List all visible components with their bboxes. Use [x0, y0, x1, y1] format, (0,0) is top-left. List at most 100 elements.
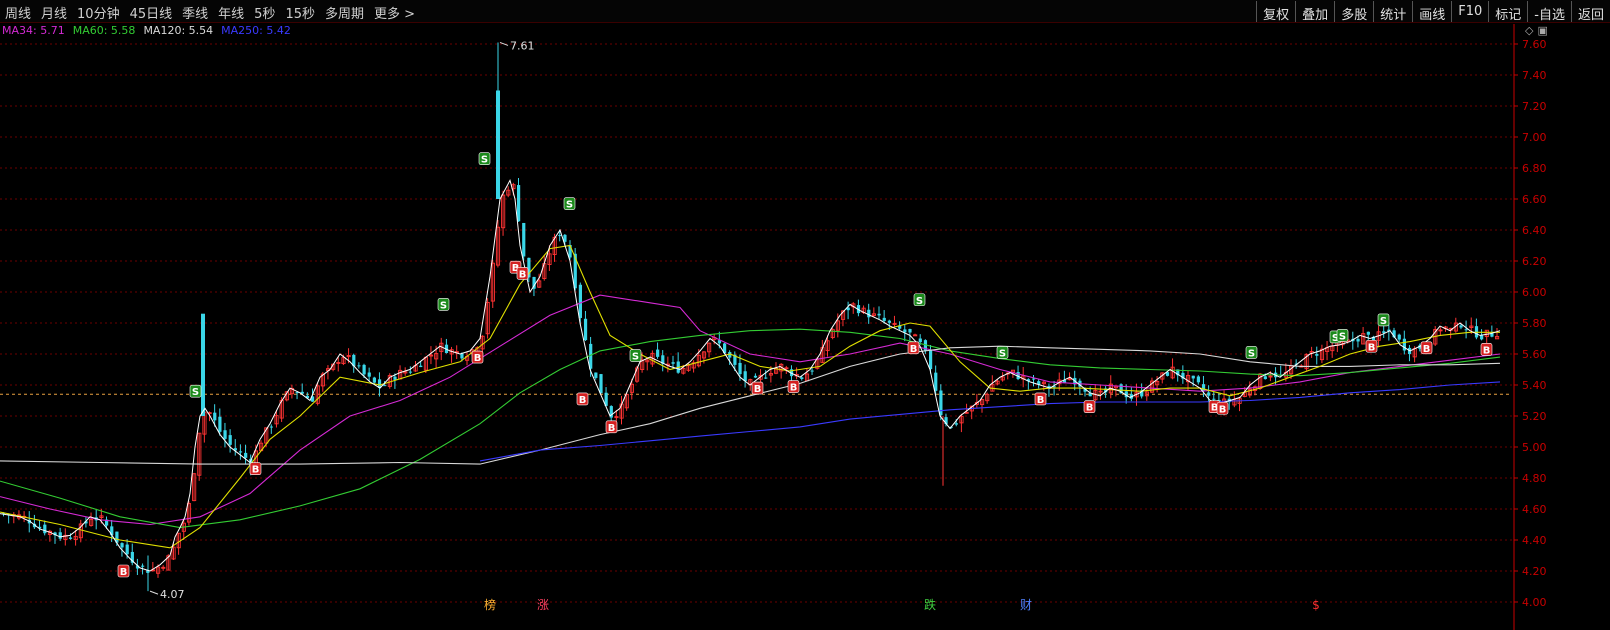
- buy-signal[interactable]: B: [787, 380, 800, 394]
- svg-text:B: B: [1368, 342, 1376, 353]
- buy-signal[interactable]: B: [1216, 401, 1229, 415]
- candle-body: [743, 371, 747, 382]
- buy-signal[interactable]: B: [1420, 341, 1433, 355]
- svg-text:B: B: [608, 423, 616, 434]
- event-marker[interactable]: $: [1312, 598, 1320, 612]
- action-button-0[interactable]: 复权: [1256, 1, 1295, 23]
- candle-body: [578, 284, 582, 318]
- candle-body: [125, 544, 129, 555]
- buy-signal[interactable]: B: [117, 564, 130, 578]
- candle-body: [764, 377, 768, 379]
- ma-legend-item: MA34: 5.71: [2, 24, 65, 37]
- period-tab-2[interactable]: 10分钟: [72, 0, 125, 22]
- candle-body: [1397, 334, 1401, 340]
- sell-signal[interactable]: S: [478, 152, 491, 166]
- candle-body: [141, 565, 145, 567]
- event-marker[interactable]: 榜: [484, 597, 496, 612]
- candle-body: [1315, 353, 1319, 356]
- axis-tick-label: 6.60: [1522, 193, 1547, 206]
- square-icon[interactable]: ▣: [1537, 24, 1547, 37]
- period-tab-5[interactable]: 年线: [213, 0, 249, 22]
- buy-signal[interactable]: B: [605, 420, 618, 434]
- period-tab-1[interactable]: 月线: [36, 0, 72, 22]
- svg-text:B: B: [1219, 404, 1227, 415]
- event-marker[interactable]: 跌: [924, 597, 936, 612]
- buy-signal[interactable]: B: [576, 392, 589, 406]
- sell-signal[interactable]: S: [563, 197, 576, 211]
- axis-tick-label: 5.20: [1522, 410, 1547, 423]
- period-tab-0[interactable]: 周线: [0, 0, 36, 22]
- candle-body: [1366, 331, 1370, 335]
- chart-corner-icons: ◇ ▣: [1525, 24, 1548, 37]
- buy-signal[interactable]: B: [249, 462, 262, 476]
- svg-text:B: B: [1037, 395, 1045, 406]
- sell-signal[interactable]: S: [437, 298, 450, 311]
- candle-body: [496, 90, 500, 199]
- buy-signal[interactable]: B: [751, 381, 764, 395]
- buy-signal[interactable]: B: [471, 350, 484, 364]
- event-marker[interactable]: 财: [1020, 598, 1032, 612]
- action-button-4[interactable]: 画线: [1412, 1, 1451, 23]
- candle-body: [1459, 325, 1463, 328]
- svg-text:B: B: [579, 395, 587, 406]
- svg-text:B: B: [1483, 345, 1491, 356]
- sell-signal[interactable]: S: [996, 346, 1009, 359]
- period-tab-4[interactable]: 季线: [177, 0, 213, 22]
- candle-body: [1480, 335, 1484, 340]
- candle-body: [43, 524, 47, 534]
- candle-body: [656, 349, 660, 357]
- sell-signal[interactable]: S: [629, 349, 642, 363]
- svg-text:B: B: [754, 384, 762, 395]
- period-tab-3[interactable]: 45日线: [125, 0, 178, 22]
- sell-signal[interactable]: S: [1336, 329, 1349, 342]
- candle-body: [954, 423, 958, 425]
- buy-signal[interactable]: B: [1083, 400, 1096, 414]
- action-button-6[interactable]: 标记: [1488, 1, 1527, 23]
- sell-signal[interactable]: S: [1245, 346, 1258, 359]
- candle-body: [1207, 392, 1211, 396]
- action-button-2[interactable]: 多股: [1334, 1, 1373, 23]
- buy-signal[interactable]: B: [1480, 343, 1493, 356]
- sell-signal[interactable]: S: [1377, 313, 1390, 327]
- candle-body: [362, 364, 366, 375]
- axis-tick-label: 4.60: [1522, 503, 1547, 516]
- period-tab-6[interactable]: 5秒: [249, 0, 280, 22]
- action-button-8[interactable]: 返回: [1570, 1, 1610, 23]
- event-markers[interactable]: 榜 涨 跌 财 $: [484, 597, 1320, 612]
- svg-text:S: S: [1380, 316, 1387, 327]
- svg-text:B: B: [1086, 403, 1094, 414]
- low-pointer: [149, 590, 159, 595]
- diamond-icon[interactable]: ◇: [1525, 24, 1533, 37]
- axis-tick-label: 4.40: [1522, 534, 1547, 547]
- sell-signal[interactable]: S: [189, 384, 202, 398]
- sell-signal[interactable]: S: [913, 293, 926, 307]
- candle-body: [594, 372, 598, 378]
- buy-signal[interactable]: B: [1365, 339, 1378, 353]
- candle-body: [867, 309, 871, 318]
- buy-signal[interactable]: B: [516, 267, 529, 280]
- candle-body: [558, 235, 562, 237]
- period-tab-7[interactable]: 15秒: [280, 0, 320, 22]
- action-button-5[interactable]: F10: [1451, 1, 1488, 22]
- action-button-1[interactable]: 叠加: [1295, 1, 1334, 23]
- svg-text:S: S: [1339, 331, 1346, 342]
- candle-body: [367, 372, 371, 377]
- period-tab-8[interactable]: 多周期: [320, 0, 369, 22]
- buy-signal[interactable]: B: [1034, 392, 1047, 406]
- axis-tick-label: 7.20: [1522, 100, 1547, 113]
- axis-tick-label: 6.40: [1522, 224, 1547, 237]
- low-label: 4.07: [160, 588, 185, 601]
- action-button-3[interactable]: 统计: [1373, 1, 1412, 23]
- svg-text:B: B: [474, 353, 482, 364]
- candle-body: [223, 430, 227, 439]
- candle-body: [1032, 378, 1036, 380]
- svg-text:S: S: [999, 348, 1006, 359]
- event-marker[interactable]: 涨: [537, 597, 549, 612]
- action-button-7[interactable]: -自选: [1527, 1, 1571, 23]
- candle-body: [269, 426, 273, 428]
- buy-signal[interactable]: B: [907, 341, 920, 355]
- candle-body: [908, 329, 912, 333]
- svg-text:B: B: [790, 383, 798, 394]
- period-tab-9[interactable]: 更多 >: [369, 0, 420, 22]
- kline-chart[interactable]: BSBSBSBBSBBSB BSB SBB B BSS SBSB B 4.004.204.4…: [0, 0, 1610, 630]
